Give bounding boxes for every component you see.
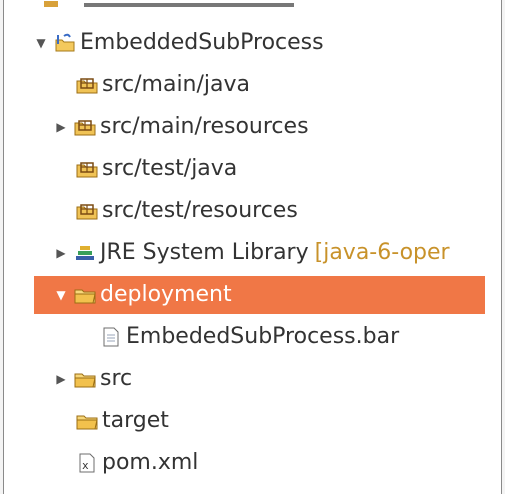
tree-row-src-main-java[interactable]: src/main/java bbox=[76, 66, 501, 104]
tree-row-label: EmbeddedSubProcess bbox=[80, 30, 324, 55]
tree-row-label: src/main/resources bbox=[100, 114, 309, 139]
folder-icon bbox=[74, 368, 96, 390]
package-folder-icon bbox=[76, 74, 98, 96]
expanded-arrow-icon[interactable]: ▼ bbox=[54, 288, 68, 302]
tree-row-bar-file[interactable]: EmbededSubProcess.bar bbox=[100, 318, 501, 356]
tree-row-label: src/test/resources bbox=[102, 198, 298, 223]
tree-row-src[interactable]: ▶ src bbox=[54, 360, 501, 398]
tree-row-label: deployment bbox=[100, 282, 232, 307]
package-folder-icon bbox=[76, 200, 98, 222]
tree-row-label: src/main/java bbox=[102, 72, 251, 97]
tree-row-src-main-resources[interactable]: ▶ src/main/resources bbox=[54, 108, 501, 146]
tree-row-decoration: [java-6-oper bbox=[314, 240, 450, 265]
tree-row-label: JRE System Library bbox=[100, 240, 309, 265]
package-folder-icon bbox=[74, 116, 96, 138]
tree-row-pom-xml[interactable]: x pom.xml bbox=[76, 444, 501, 482]
tree-row-target[interactable]: target bbox=[76, 402, 501, 440]
collapsed-arrow-icon[interactable]: ▶ bbox=[54, 246, 68, 260]
tree-row-label: src bbox=[100, 366, 133, 391]
tree-row-jre-system-library[interactable]: ▶ JRE System Library [java-6-oper bbox=[54, 234, 501, 272]
library-icon bbox=[74, 242, 96, 264]
svg-text:x: x bbox=[82, 459, 89, 472]
folder-icon bbox=[76, 410, 98, 432]
clipped-tree-row-top bbox=[44, 0, 321, 7]
collapsed-arrow-icon[interactable]: ▶ bbox=[54, 120, 68, 134]
java-project-icon bbox=[54, 32, 76, 54]
folder-icon bbox=[74, 284, 96, 306]
expanded-arrow-icon[interactable]: ▼ bbox=[34, 36, 48, 50]
project-explorer-tree: ▼ EmbeddedSubProcess src/main/java ▶ src… bbox=[3, 0, 502, 494]
tree-row-label: src/test/java bbox=[102, 156, 238, 181]
tree-row-label: target bbox=[102, 408, 169, 433]
xml-file-icon: x bbox=[76, 452, 98, 474]
package-folder-icon bbox=[76, 158, 98, 180]
tree-row-src-test-resources[interactable]: src/test/resources bbox=[76, 192, 501, 230]
tree-row-deployment[interactable]: ▼ deployment bbox=[34, 276, 485, 314]
tree-row-project[interactable]: ▼ EmbeddedSubProcess bbox=[34, 24, 501, 62]
collapsed-arrow-icon[interactable]: ▶ bbox=[54, 372, 68, 386]
file-icon bbox=[100, 326, 122, 348]
clipped-tree-row-bottom bbox=[44, 488, 321, 494]
tree-row-label: EmbededSubProcess.bar bbox=[126, 324, 400, 349]
tree-row-label: pom.xml bbox=[102, 450, 199, 475]
tree-row-src-test-java[interactable]: src/test/java bbox=[76, 150, 501, 188]
